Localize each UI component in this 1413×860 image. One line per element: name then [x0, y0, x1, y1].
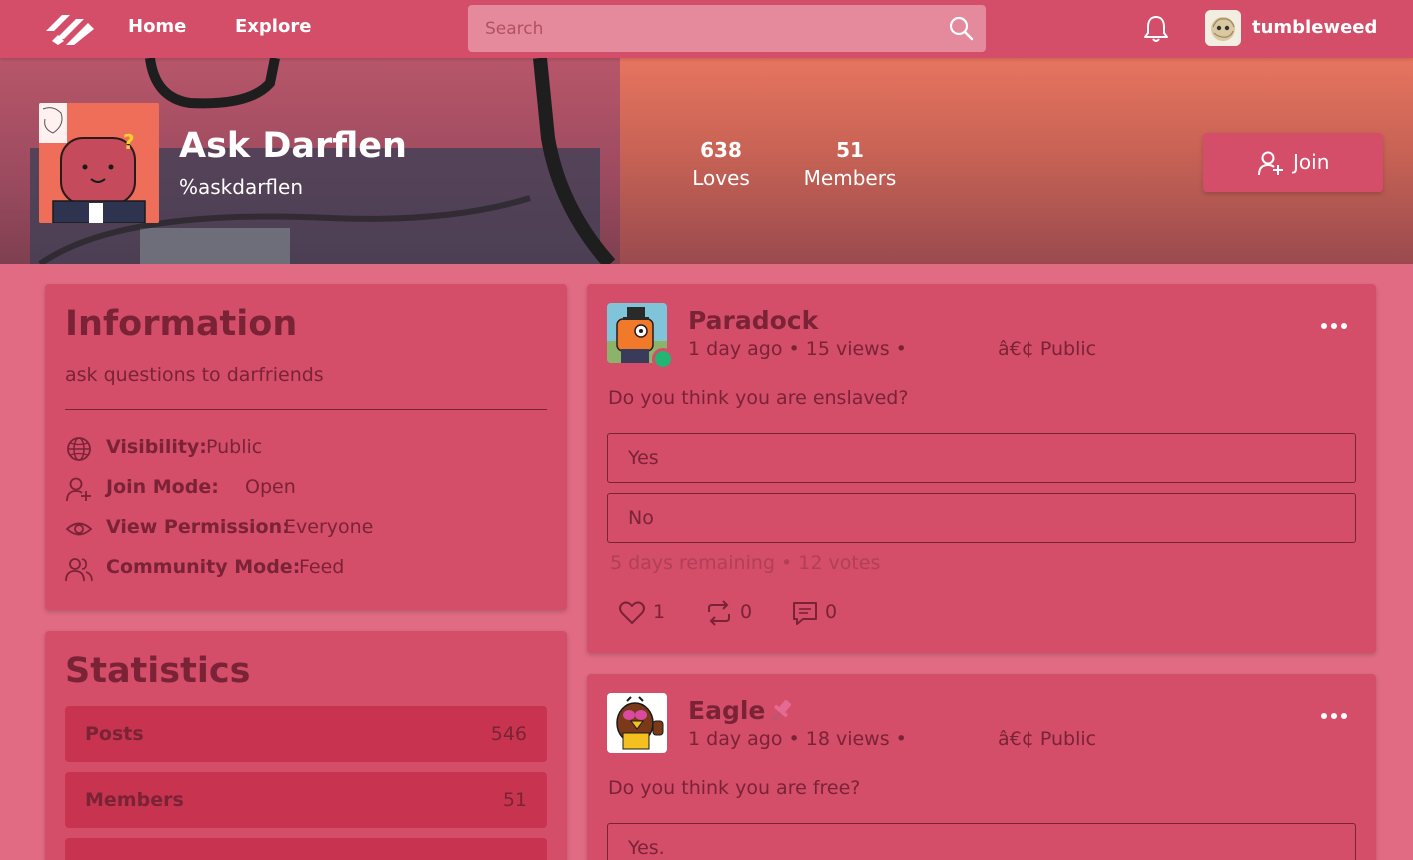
stat-key: Members [85, 789, 184, 811]
notification-bell-icon[interactable] [1142, 14, 1170, 44]
statistics-card: Statistics Posts 546 Members 51 [45, 631, 567, 860]
eye-icon [65, 522, 93, 536]
stat-key: Posts [85, 723, 144, 745]
poll-option[interactable]: Yes [607, 433, 1356, 483]
stat-value: 546 [490, 723, 527, 745]
information-heading: Information [65, 304, 298, 344]
top-navbar: Home Explore tumbleweed [0, 0, 1413, 58]
more-options-icon[interactable] [1320, 321, 1348, 331]
join-button-label: Join [1293, 150, 1330, 174]
statistics-heading: Statistics [65, 651, 251, 691]
post-meta: 1 day ago • 18 views • [688, 728, 907, 750]
comment-button[interactable]: 0 [791, 599, 841, 627]
loves-count: 638 [700, 138, 742, 162]
post-text: Do you think you are free? [608, 777, 861, 799]
poll-option-label: No [628, 507, 654, 529]
info-row-community-mode: Community Mode: Feed [65, 554, 545, 582]
members-label: Members [803, 166, 897, 190]
darflen-mascot-image: ? [39, 103, 159, 223]
search-bar [468, 5, 986, 52]
info-row-visibility: Visibility: Public [65, 434, 545, 462]
nav-home-link[interactable]: Home [128, 16, 186, 37]
globe-icon [67, 437, 91, 461]
like-count: 1 [653, 601, 666, 623]
eagle-avatar-image [607, 693, 667, 753]
post-author-avatar[interactable] [607, 693, 667, 753]
poll-option-label: Yes [628, 447, 659, 469]
loves-label: Loves [692, 166, 750, 190]
search-icon[interactable] [948, 15, 974, 41]
info-key: Visibility: [106, 436, 207, 458]
poll-info: 5 days remaining • 12 votes [610, 552, 881, 574]
post-meta: 1 day ago • 15 views • [688, 338, 907, 360]
comment-icon [793, 602, 817, 625]
like-button[interactable]: 1 [618, 599, 668, 627]
post-card: Eagle 1 day ago • 18 views • â€¢ Public … [587, 674, 1376, 860]
community-banner: ? Ask Darflen %askdarflen 638 Loves 51 M… [0, 58, 1413, 264]
user-plus-icon [66, 477, 91, 502]
info-row-view-permission: View Permission: Everyone [65, 514, 545, 542]
members-count: 51 [836, 138, 864, 162]
search-input[interactable] [468, 5, 938, 52]
post-author-name[interactable]: Eagle [688, 696, 765, 725]
comment-count: 0 [825, 601, 838, 623]
community-title: Ask Darflen [179, 126, 407, 166]
information-card: Information ask questions to darfriends … [45, 284, 567, 610]
user-name[interactable]: tumbleweed [1252, 17, 1377, 38]
pin-icon [771, 700, 791, 722]
site-logo-icon[interactable] [44, 11, 96, 47]
community-description: ask questions to darfriends [65, 364, 324, 386]
repost-icon [708, 600, 730, 626]
svg-text:?: ? [123, 130, 135, 154]
info-key: Community Mode: [106, 556, 301, 578]
repost-count: 0 [740, 601, 753, 623]
stat-value: 51 [502, 789, 527, 811]
user-avatar[interactable] [1205, 10, 1241, 46]
post-visibility: â€¢ Public [998, 728, 1097, 750]
poll-option[interactable]: No [607, 493, 1356, 543]
divider [65, 409, 547, 410]
info-value: Feed [299, 556, 345, 578]
tumbleweed-avatar-image [1205, 10, 1241, 46]
poll-option-label: Yes. [628, 837, 665, 859]
stat-row-partial [65, 838, 547, 860]
online-status-dot [652, 348, 674, 370]
post-visibility: â€¢ Public [998, 338, 1097, 360]
post-text: Do you think you are enslaved? [608, 387, 909, 409]
users-icon [65, 558, 93, 582]
info-key: View Permission: [106, 516, 290, 538]
info-key: Join Mode: [106, 476, 219, 498]
post-author-name[interactable]: Paradock [688, 306, 818, 335]
heart-icon [619, 601, 645, 624]
join-button[interactable]: Join [1203, 133, 1383, 192]
info-value: Public [206, 436, 263, 458]
nav-explore-link[interactable]: Explore [235, 16, 311, 37]
info-row-join-mode: Join Mode: Open [65, 474, 545, 502]
repost-button[interactable]: 0 [705, 599, 755, 627]
community-avatar: ? [39, 103, 159, 223]
more-options-icon[interactable] [1320, 711, 1348, 721]
stat-row-posts: Posts 546 [65, 706, 547, 762]
user-plus-icon [1258, 151, 1283, 176]
community-handle: %askdarflen [179, 175, 304, 199]
stat-row-members: Members 51 [65, 772, 547, 828]
info-value: Everyone [284, 516, 374, 538]
post-card: Paradock 1 day ago • 15 views • â€¢ Publ… [587, 284, 1376, 653]
info-value: Open [245, 476, 296, 498]
poll-option[interactable]: Yes. [607, 823, 1356, 860]
